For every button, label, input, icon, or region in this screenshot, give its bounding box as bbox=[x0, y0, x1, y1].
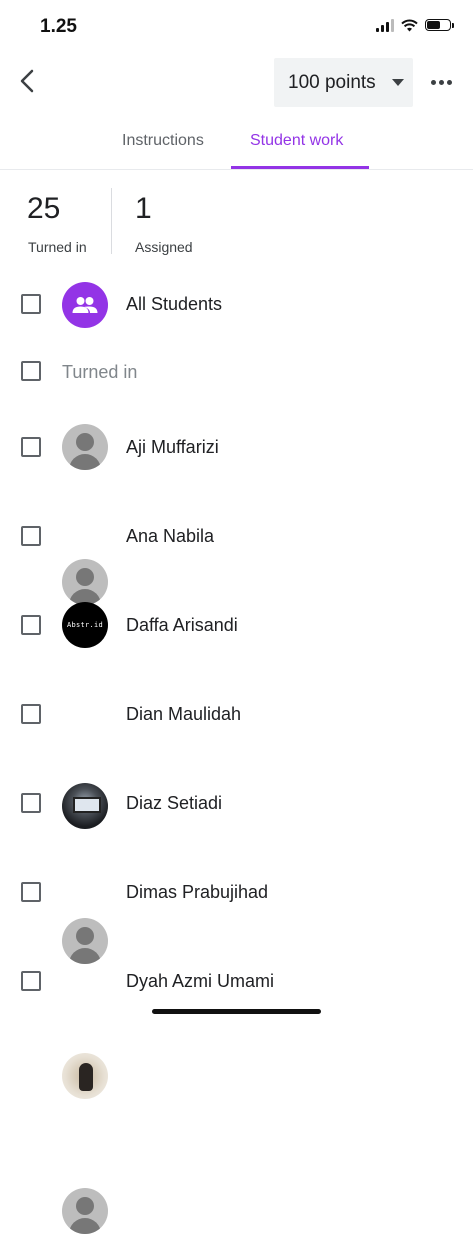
all-students-label[interactable]: All Students bbox=[126, 294, 222, 315]
avatar bbox=[62, 1053, 108, 1099]
all-students-avatar bbox=[62, 282, 108, 328]
student-checkbox[interactable] bbox=[21, 971, 41, 991]
student-name[interactable]: Daffa Arisandi bbox=[126, 615, 238, 636]
more-options-button[interactable] bbox=[428, 70, 454, 94]
tab-instructions[interactable]: Instructions bbox=[122, 132, 204, 150]
turned-in-section-label: Turned in bbox=[62, 362, 138, 382]
group-icon bbox=[72, 297, 98, 313]
status-icons bbox=[376, 18, 454, 32]
turned-in-count: 25 bbox=[27, 192, 61, 225]
student-name[interactable]: Dian Maulidah bbox=[126, 704, 241, 725]
student-checkbox[interactable] bbox=[21, 793, 41, 813]
avatar bbox=[62, 1188, 108, 1234]
points-dropdown[interactable]: 100 points bbox=[274, 58, 413, 107]
points-label: 100 points bbox=[288, 71, 376, 93]
more-horiz-icon bbox=[430, 79, 436, 85]
avatar bbox=[62, 424, 108, 470]
person-icon bbox=[76, 927, 94, 945]
avatar: Abstr.id bbox=[62, 602, 108, 648]
cellular-signal-icon bbox=[376, 18, 394, 32]
wifi-icon bbox=[401, 19, 418, 31]
student-checkbox[interactable] bbox=[21, 437, 41, 457]
stats-divider bbox=[111, 188, 112, 254]
dropdown-caret-icon bbox=[392, 79, 404, 86]
avatar bbox=[62, 559, 108, 605]
student-checkbox[interactable] bbox=[21, 615, 41, 635]
student-name[interactable]: Aji Muffarizi bbox=[126, 437, 219, 458]
tab-student-work[interactable]: Student work bbox=[250, 132, 343, 150]
person-icon bbox=[76, 433, 94, 451]
student-checkbox[interactable] bbox=[21, 882, 41, 902]
person-icon bbox=[76, 1197, 94, 1215]
back-button[interactable] bbox=[12, 66, 42, 96]
turned-in-section-checkbox[interactable] bbox=[21, 361, 41, 381]
turned-in-label: Turned in bbox=[28, 239, 87, 255]
home-indicator bbox=[152, 1009, 321, 1014]
avatar-logo-text: Abstr.id bbox=[66, 621, 104, 629]
student-name[interactable]: Dimas Prabujihad bbox=[126, 882, 268, 903]
battery-icon bbox=[425, 19, 454, 31]
assigned-count: 1 bbox=[135, 192, 152, 225]
student-name[interactable]: Ana Nabila bbox=[126, 526, 214, 547]
student-name[interactable]: Diaz Setiadi bbox=[126, 793, 222, 814]
student-checkbox[interactable] bbox=[21, 704, 41, 724]
student-checkbox[interactable] bbox=[21, 526, 41, 546]
avatar bbox=[62, 783, 108, 829]
status-time: 1.25 bbox=[40, 16, 77, 37]
all-students-checkbox[interactable] bbox=[21, 294, 41, 314]
tabs-divider bbox=[0, 169, 473, 170]
avatar bbox=[62, 918, 108, 964]
student-name[interactable]: Dyah Azmi Umami bbox=[126, 971, 274, 992]
assigned-label: Assigned bbox=[135, 239, 193, 255]
back-arrow-icon bbox=[20, 69, 34, 93]
person-icon bbox=[76, 568, 94, 586]
